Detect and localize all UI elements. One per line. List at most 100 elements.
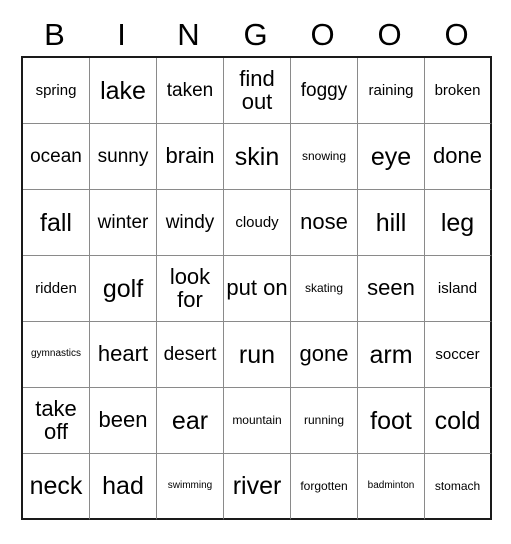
bingo-cell-label: had [102, 472, 144, 500]
bingo-header-letter: B [44, 16, 65, 52]
bingo-cell[interactable]: nose [291, 190, 358, 256]
bingo-cell-label: mountain [232, 413, 282, 428]
bingo-cell-label: skating [304, 281, 344, 296]
bingo-cell[interactable]: island [425, 256, 493, 322]
bingo-cell-label: lake [100, 76, 146, 105]
bingo-cell[interactable]: badminton [358, 454, 425, 520]
bingo-cell[interactable]: winter [90, 190, 157, 256]
bingo-cell[interactable]: river [224, 454, 291, 520]
bingo-cell[interactable]: neck [23, 454, 90, 520]
bingo-header-letter: O [377, 16, 402, 52]
bingo-cell[interactable]: seen [358, 256, 425, 322]
bingo-cell[interactable]: skin [224, 124, 291, 190]
bingo-cell[interactable]: taken [157, 58, 224, 124]
bingo-cell-label: ear [171, 406, 209, 435]
bingo-cell[interactable]: had [90, 454, 157, 520]
bingo-cell[interactable]: eye [358, 124, 425, 190]
bingo-cell-label: nose [300, 209, 348, 235]
bingo-cell[interactable]: heart [90, 322, 157, 388]
bingo-cell[interactable]: ocean [23, 124, 90, 190]
bingo-cell-label: gymnastics [30, 348, 81, 360]
bingo-cell-label: taken [166, 79, 214, 101]
bingo-header-letter: O [444, 16, 469, 52]
bingo-cell[interactable]: sunny [90, 124, 157, 190]
bingo-cell-label: cold [434, 406, 481, 435]
bingo-cell-label: arm [369, 340, 413, 369]
bingo-cell[interactable]: cold [425, 388, 493, 454]
bingo-cell-label: windy [165, 211, 215, 233]
bingo-cell[interactable]: brain [157, 124, 224, 190]
bingo-cell[interactable]: stomach [425, 454, 493, 520]
bingo-cell[interactable]: spring [23, 58, 90, 124]
bingo-cell-label: hill [375, 208, 407, 237]
bingo-cell[interactable]: put on [224, 256, 291, 322]
bingo-cell[interactable]: mountain [224, 388, 291, 454]
bingo-row: take off been ear mountain running foot cold [23, 388, 493, 454]
bingo-cell[interactable]: ridden [23, 256, 90, 322]
bingo-cell[interactable]: forgotten [291, 454, 358, 520]
bingo-cell-label: spring [35, 81, 77, 99]
bingo-cell[interactable]: swimming [157, 454, 224, 520]
bingo-cell[interactable]: running [291, 388, 358, 454]
bingo-cell[interactable]: hill [358, 190, 425, 256]
bingo-cell[interactable]: raining [358, 58, 425, 124]
bingo-cell-label: forgotten [300, 478, 348, 493]
bingo-header-letter: I [117, 16, 126, 52]
bingo-cell[interactable]: desert [157, 322, 224, 388]
bingo-cell[interactable]: gone [291, 322, 358, 388]
bingo-cell-label: been [98, 407, 148, 433]
bingo-cell[interactable]: cloudy [224, 190, 291, 256]
bingo-cell[interactable]: broken [425, 58, 493, 124]
bingo-cell[interactable]: take off [23, 388, 90, 454]
bingo-cell[interactable]: been [90, 388, 157, 454]
bingo-cell[interactable]: foggy [291, 58, 358, 124]
bingo-cell-label: gone [299, 341, 349, 367]
bingo-row: gymnastics heart desert run gone arm soccer [23, 322, 493, 388]
bingo-cell-label: foggy [300, 79, 348, 101]
bingo-cell-label: swimming [167, 479, 213, 491]
bingo-cell[interactable]: leg [425, 190, 493, 256]
bingo-cell-label: seen [367, 275, 415, 301]
bingo-cell-label: island [437, 279, 478, 297]
bingo-row: spring lake taken find out foggy raining broke… [23, 58, 493, 124]
bingo-header-letter: N [177, 16, 200, 52]
bingo-cell[interactable]: gymnastics [23, 322, 90, 388]
bingo-cell[interactable]: lake [90, 58, 157, 124]
bingo-header-row: BINGOOO [21, 12, 490, 56]
bingo-cell-label: snowing [301, 149, 347, 164]
bingo-cell[interactable]: soccer [425, 322, 493, 388]
bingo-cell-label: take off [35, 395, 77, 444]
bingo-cell-label: neck [29, 472, 83, 500]
bingo-cell-label: brain [165, 143, 215, 169]
bingo-card: B I N G O O O spring lake taken find out foggy rain… [21, 12, 493, 520]
bingo-cell[interactable]: fall [23, 190, 90, 256]
bingo-cell[interactable]: find out [224, 58, 291, 124]
bingo-cell-label: soccer [435, 345, 480, 363]
bingo-cell[interactable]: run [224, 322, 291, 388]
bingo-cell-label: foot [370, 406, 412, 435]
bingo-row: fall winter windy cloudy nose hill leg [23, 190, 493, 256]
bingo-cell[interactable]: look for [157, 256, 224, 322]
bingo-cell-label: badminton [367, 479, 415, 491]
bingo-cell-label: done [433, 143, 482, 169]
bingo-row: ocean sunny brain skin snowing eye done [23, 124, 493, 190]
bingo-cell-label: raining [368, 81, 414, 99]
bingo-cell[interactable]: skating [291, 256, 358, 322]
bingo-cell-label: stomach [434, 478, 481, 493]
bingo-cell[interactable]: snowing [291, 124, 358, 190]
bingo-cell-label: ocean [30, 145, 82, 167]
bingo-header-letter: O [310, 16, 335, 52]
bingo-cell[interactable]: golf [90, 256, 157, 322]
bingo-cell-label: river [232, 472, 282, 500]
bingo-cell[interactable]: done [425, 124, 493, 190]
bingo-row: ridden golf look for put on skating seen islan… [23, 256, 493, 322]
bingo-cell[interactable]: windy [157, 190, 224, 256]
bingo-cell-label: leg [440, 208, 475, 237]
bingo-cell-label: winter [97, 211, 149, 233]
bingo-cell-label: broken [434, 81, 481, 99]
bingo-cell[interactable]: arm [358, 322, 425, 388]
bingo-cell[interactable]: foot [358, 388, 425, 454]
bingo-row: neck had swimming river forgotten badminton st… [23, 454, 493, 520]
bingo-cell[interactable]: ear [157, 388, 224, 454]
bingo-cell-label: fall [40, 208, 72, 237]
